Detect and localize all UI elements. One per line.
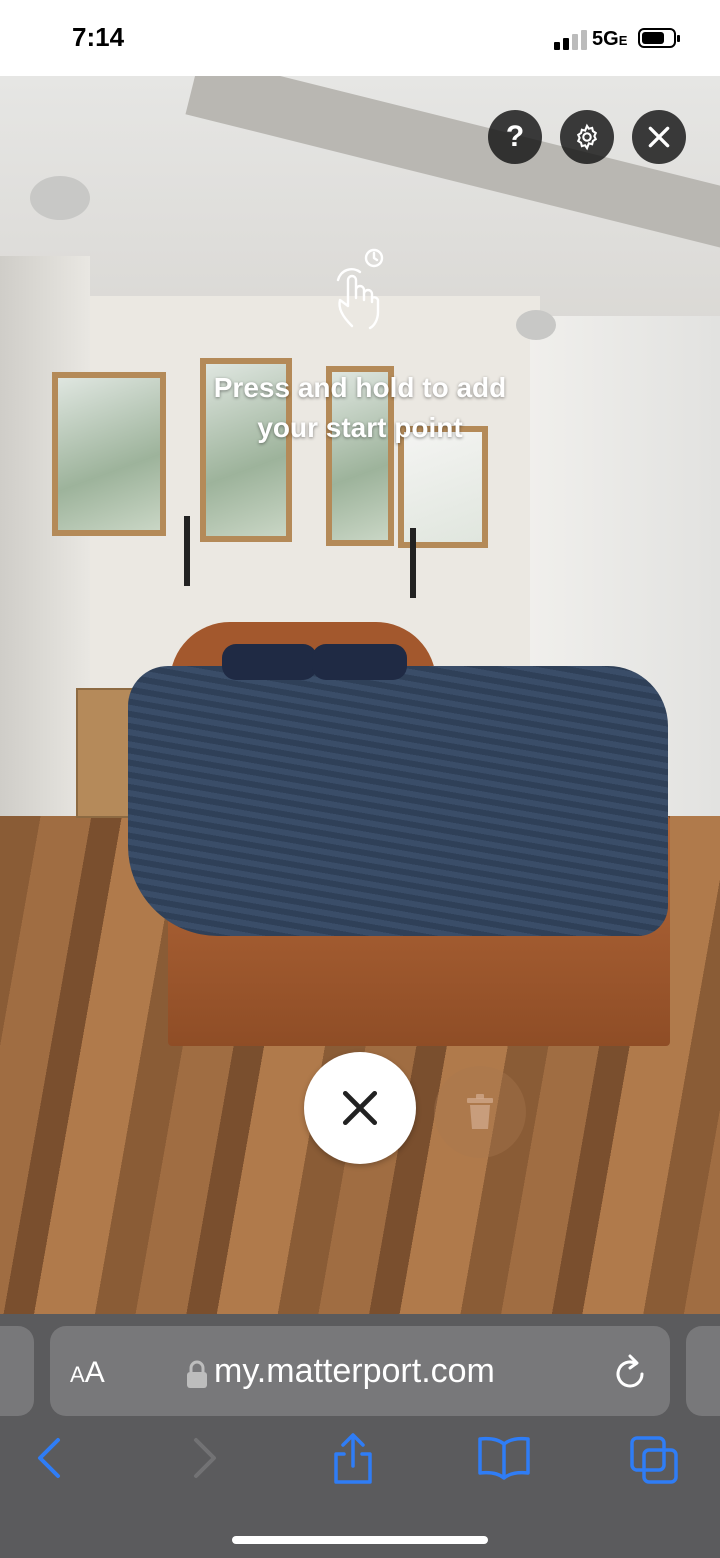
pillow: [312, 644, 407, 680]
close-icon: [648, 126, 670, 148]
text-size-button[interactable]: AA: [70, 1356, 105, 1390]
status-bar: 7:14 5GE: [0, 0, 720, 76]
url-domain[interactable]: my.matterport.com: [214, 1352, 495, 1391]
tour-viewport[interactable]: ? Press and hold to add your start point: [0, 76, 720, 1314]
ceiling-speaker: [30, 176, 90, 220]
duvet: [128, 666, 668, 936]
tabs-icon[interactable]: [628, 1432, 682, 1486]
trash-icon: [467, 1094, 493, 1129]
battery-icon: [638, 28, 680, 48]
instruction-line-1: Press and hold to add: [213, 372, 507, 403]
instruction-text: Press and hold to add your start point: [170, 368, 550, 448]
back-arrow-icon[interactable]: [34, 1432, 64, 1486]
settings-button[interactable]: [560, 110, 614, 164]
tap-hold-hand-icon: [336, 248, 384, 330]
previous-tab-peek[interactable]: [0, 1326, 34, 1416]
cancel-x-icon: [342, 1090, 378, 1126]
signal-strength-icon: [554, 30, 587, 50]
home-indicator[interactable]: [232, 1536, 488, 1544]
delete-button[interactable]: [434, 1066, 526, 1158]
forward-arrow-icon[interactable]: [190, 1432, 220, 1486]
clock: 7:14: [72, 22, 125, 52]
next-tab-peek[interactable]: [686, 1326, 720, 1416]
reload-icon[interactable]: [610, 1350, 650, 1394]
question-mark-icon: ?: [505, 120, 525, 153]
wall-sconce: [184, 516, 190, 586]
ceiling-speaker: [516, 310, 556, 340]
share-icon[interactable]: [330, 1432, 376, 1486]
wall-sconce: [410, 528, 416, 598]
network-type: 5GE: [592, 28, 628, 50]
cancel-measure-button[interactable]: [304, 1052, 416, 1164]
gear-icon: [576, 123, 598, 151]
lock-icon: [187, 1360, 207, 1388]
window: [52, 372, 166, 536]
help-button[interactable]: ?: [488, 110, 542, 164]
instruction-line-2: your start point: [257, 412, 463, 443]
pillow: [222, 644, 317, 680]
bookmarks-icon[interactable]: [476, 1432, 532, 1486]
close-button[interactable]: [632, 110, 686, 164]
